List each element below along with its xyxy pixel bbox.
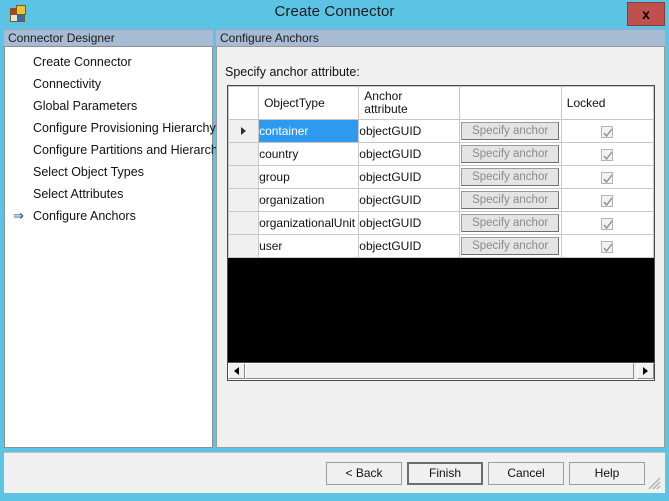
header-object-type[interactable]: ObjectType (258, 86, 360, 120)
cell-specify-anchor: Specify anchor (458, 142, 562, 166)
table-row[interactable]: container objectGUID Specify anchor (227, 119, 655, 143)
table-row[interactable]: country objectGUID Specify anchor (227, 142, 655, 166)
anchor-grid: ObjectType Anchor attribute Locked conta… (227, 86, 655, 258)
specify-anchor-button[interactable]: Specify anchor (461, 191, 560, 209)
cell-locked[interactable] (560, 165, 655, 189)
cell-object-type[interactable]: country (258, 142, 360, 166)
resize-grip-icon[interactable] (647, 476, 661, 490)
row-selector[interactable] (227, 119, 260, 143)
scroll-left-icon[interactable] (228, 363, 245, 379)
sidebar-item-label: Select Attributes (33, 187, 124, 201)
header-anchor-line2: attribute (364, 102, 408, 116)
cell-anchor-attribute[interactable]: objectGUID (358, 142, 460, 166)
scrollbar-thumb[interactable] (245, 363, 634, 379)
back-button[interactable]: < Back (326, 462, 402, 485)
locked-checkbox[interactable] (601, 240, 614, 253)
table-row[interactable]: group objectGUID Specify anchor (227, 165, 655, 189)
locked-checkbox[interactable] (601, 148, 614, 161)
cell-object-type[interactable]: user (258, 234, 360, 258)
sidebar-item-label: Create Connector (33, 55, 132, 69)
cell-object-type[interactable]: organization (258, 188, 360, 212)
close-icon[interactable]: x (627, 2, 665, 26)
header-row-selector (227, 86, 260, 120)
sidebar-item-global-parameters[interactable]: Global Parameters (5, 95, 212, 117)
horizontal-scrollbar[interactable] (227, 363, 655, 381)
sidebar-item-select-object-types[interactable]: Select Object Types (5, 161, 212, 183)
specify-anchor-button[interactable]: Specify anchor (461, 145, 560, 163)
configure-anchors-panel: Specify anchor attribute: ObjectType Anc… (216, 46, 665, 448)
locked-checkbox[interactable] (601, 217, 614, 230)
row-selector[interactable] (227, 211, 260, 235)
row-selector[interactable] (227, 234, 260, 258)
cell-specify-anchor: Specify anchor (458, 211, 562, 235)
sidebar-item-label: Configure Anchors (33, 209, 136, 223)
dialog-footer: < Back Finish Cancel Help (4, 452, 665, 493)
cell-specify-anchor: Specify anchor (458, 119, 562, 143)
sidebar-item-label: Configure Provisioning Hierarchy (33, 121, 216, 135)
cell-anchor-attribute[interactable]: objectGUID (358, 119, 460, 143)
cell-object-type[interactable]: organizationalUnit (258, 211, 360, 235)
sidebar-item-connectivity[interactable]: Connectivity (5, 73, 212, 95)
header-action[interactable] (458, 86, 562, 120)
table-row[interactable]: organization objectGUID Specify anchor (227, 188, 655, 212)
sidebar-item-label: Select Object Types (33, 165, 144, 179)
instruction-label: Specify anchor attribute: (225, 65, 360, 79)
cell-locked[interactable] (560, 234, 655, 258)
sidebar-item-create-connector[interactable]: Create Connector (5, 51, 212, 73)
cell-locked[interactable] (560, 188, 655, 212)
cell-anchor-attribute[interactable]: objectGUID (358, 165, 460, 189)
grid-header-row: ObjectType Anchor attribute Locked (227, 86, 655, 120)
right-panel-header: Configure Anchors (216, 29, 665, 46)
sidebar-item-label: Configure Partitions and Hierarchies (33, 143, 234, 157)
window-title: Create Connector (274, 3, 395, 20)
row-selector[interactable] (227, 188, 260, 212)
sidebar-item-configure-anchors[interactable]: ⇒ Configure Anchors (5, 205, 212, 227)
locked-checkbox[interactable] (601, 171, 614, 184)
specify-anchor-button[interactable]: Specify anchor (461, 214, 560, 232)
cell-locked[interactable] (560, 119, 655, 143)
create-connector-dialog: Create Connector x Connector Designer Co… (0, 0, 669, 501)
cancel-button[interactable]: Cancel (488, 462, 564, 485)
row-selector[interactable] (227, 165, 260, 189)
specify-anchor-button[interactable]: Specify anchor (461, 237, 560, 255)
row-indicator-icon (241, 127, 247, 135)
specify-anchor-button[interactable]: Specify anchor (461, 122, 560, 140)
cell-object-type[interactable]: group (258, 165, 360, 189)
connector-designer-panel: Create Connector Connectivity Global Param… (4, 46, 234, 448)
current-step-arrow-icon: ⇒ (13, 208, 24, 223)
cell-specify-anchor: Specify anchor (458, 234, 562, 258)
title-bar: Create Connector x (0, 0, 669, 28)
help-button[interactable]: Help (569, 462, 645, 485)
wizard-step-list: Create Connector Connectivity Global Param… (5, 51, 234, 227)
locked-checkbox[interactable] (601, 194, 614, 207)
specify-anchor-button[interactable]: Specify anchor (461, 168, 560, 186)
sidebar-item-label: Connectivity (33, 77, 102, 91)
sidebar-item-select-attributes[interactable]: Select Attributes (5, 183, 212, 205)
anchor-grid-container: ObjectType Anchor attribute Locked conta… (227, 85, 655, 363)
table-row[interactable]: user objectGUID Specify anchor (227, 234, 655, 258)
header-anchor-attribute[interactable]: Anchor attribute (358, 86, 460, 120)
cell-locked[interactable] (560, 142, 655, 166)
table-row[interactable]: organizationalUnit objectGUID Specify anch… (227, 211, 655, 235)
grid-body: container objectGUID Specify anchor country… (227, 119, 655, 258)
cell-specify-anchor: Specify anchor (458, 165, 562, 189)
finish-button[interactable]: Finish (407, 462, 483, 485)
cell-object-type[interactable]: container (258, 119, 360, 143)
cell-specify-anchor: Specify anchor (458, 188, 562, 212)
cell-anchor-attribute[interactable]: objectGUID (358, 234, 460, 258)
cell-anchor-attribute[interactable]: objectGUID (358, 211, 460, 235)
sidebar-item-configure-partitions-and-hierarchies[interactable]: Configure Partitions and Hierarchies (5, 139, 234, 161)
sidebar-item-configure-provisioning-hierarchy[interactable]: Configure Provisioning Hierarchy (5, 117, 216, 139)
cell-locked[interactable] (560, 211, 655, 235)
locked-checkbox[interactable] (601, 125, 614, 138)
left-panel-header: Connector Designer (4, 29, 213, 46)
sidebar-item-label: Global Parameters (33, 99, 138, 113)
cell-anchor-attribute[interactable]: objectGUID (358, 188, 460, 212)
row-selector[interactable] (227, 142, 260, 166)
scroll-right-icon[interactable] (637, 363, 654, 379)
header-locked[interactable]: Locked (560, 86, 655, 120)
